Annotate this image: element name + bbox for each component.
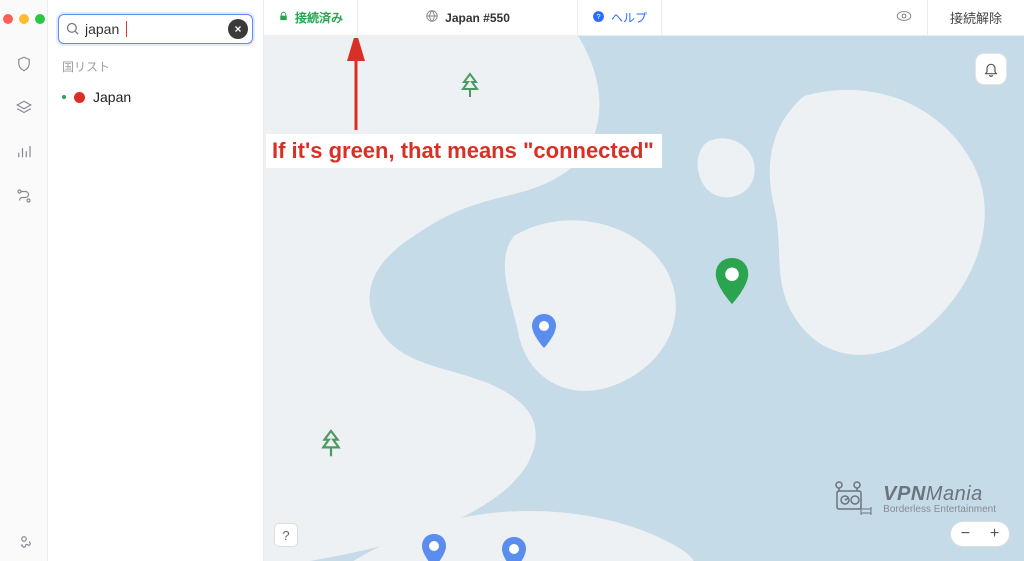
minimize-window-icon[interactable] [19,14,29,24]
watermark-brand-main: VPN [883,483,926,505]
annotation-arrow-icon [336,38,376,134]
bell-icon [983,61,999,77]
server-indicator[interactable]: Japan #550 [358,0,578,35]
help-label: ヘルプ [611,9,647,26]
map-pin-blue[interactable] [531,314,557,348]
globe-icon [425,9,439,26]
main-panel: 接続済み Japan #550 ? ヘルプ 接続解除 [264,0,1024,561]
annotation-text: If it's green, that means "connected" [266,134,662,168]
map-pin-blue[interactable] [421,534,447,561]
shield-icon[interactable] [8,48,40,80]
country-label: Japan [93,89,131,105]
search-container [58,14,253,44]
status-dot-icon [62,95,66,99]
help-icon: ? [592,10,605,26]
zoom-control: − + [950,521,1010,547]
zoom-in-button[interactable]: + [980,525,1009,543]
topbar-right [881,0,927,35]
map-pin-blue[interactable] [501,537,527,561]
connection-status-label: 接続済み [295,9,343,26]
map-pin-green-connected[interactable] [714,258,750,304]
eye-icon[interactable] [895,7,913,28]
notifications-button[interactable] [976,54,1006,84]
watermark-tagline: Borderless Entertainment [883,504,996,515]
country-list-header: 国リスト [62,58,249,75]
layers-icon[interactable] [8,92,40,124]
camera-icon [831,481,873,517]
left-rail [0,0,48,561]
watermark: VPNMania Borderless Entertainment [831,481,996,517]
fullscreen-window-icon[interactable] [35,14,45,24]
help-link[interactable]: ? ヘルプ [578,0,662,35]
tree-icon [460,72,480,103]
search-input[interactable] [58,14,253,44]
tree-icon [320,428,342,463]
clear-search-button[interactable] [228,19,248,39]
stats-icon[interactable] [8,136,40,168]
zoom-out-button[interactable]: − [951,525,980,543]
route-icon[interactable] [8,180,40,212]
map-help-button[interactable]: ? [274,523,298,547]
flag-japan-icon [74,92,85,103]
search-icon [65,21,80,41]
connection-status: 接続済み [264,0,358,35]
server-label: Japan #550 [445,11,510,25]
settings-gear-icon[interactable] [8,523,40,555]
disconnect-button[interactable]: 接続解除 [927,0,1024,35]
map-canvas[interactable]: If it's green, that means "connected" VP… [264,36,1024,561]
disconnect-label: 接続解除 [950,8,1002,27]
svg-text:?: ? [596,12,600,21]
country-item-japan[interactable]: Japan [58,83,253,111]
window-controls [3,8,45,42]
sidebar: 国リスト Japan [48,0,264,561]
topbar: 接続済み Japan #550 ? ヘルプ 接続解除 [264,0,1024,36]
watermark-brand-sub: Mania [926,483,983,505]
lock-icon [278,11,289,25]
close-window-icon[interactable] [3,14,13,24]
text-cursor [126,21,127,37]
